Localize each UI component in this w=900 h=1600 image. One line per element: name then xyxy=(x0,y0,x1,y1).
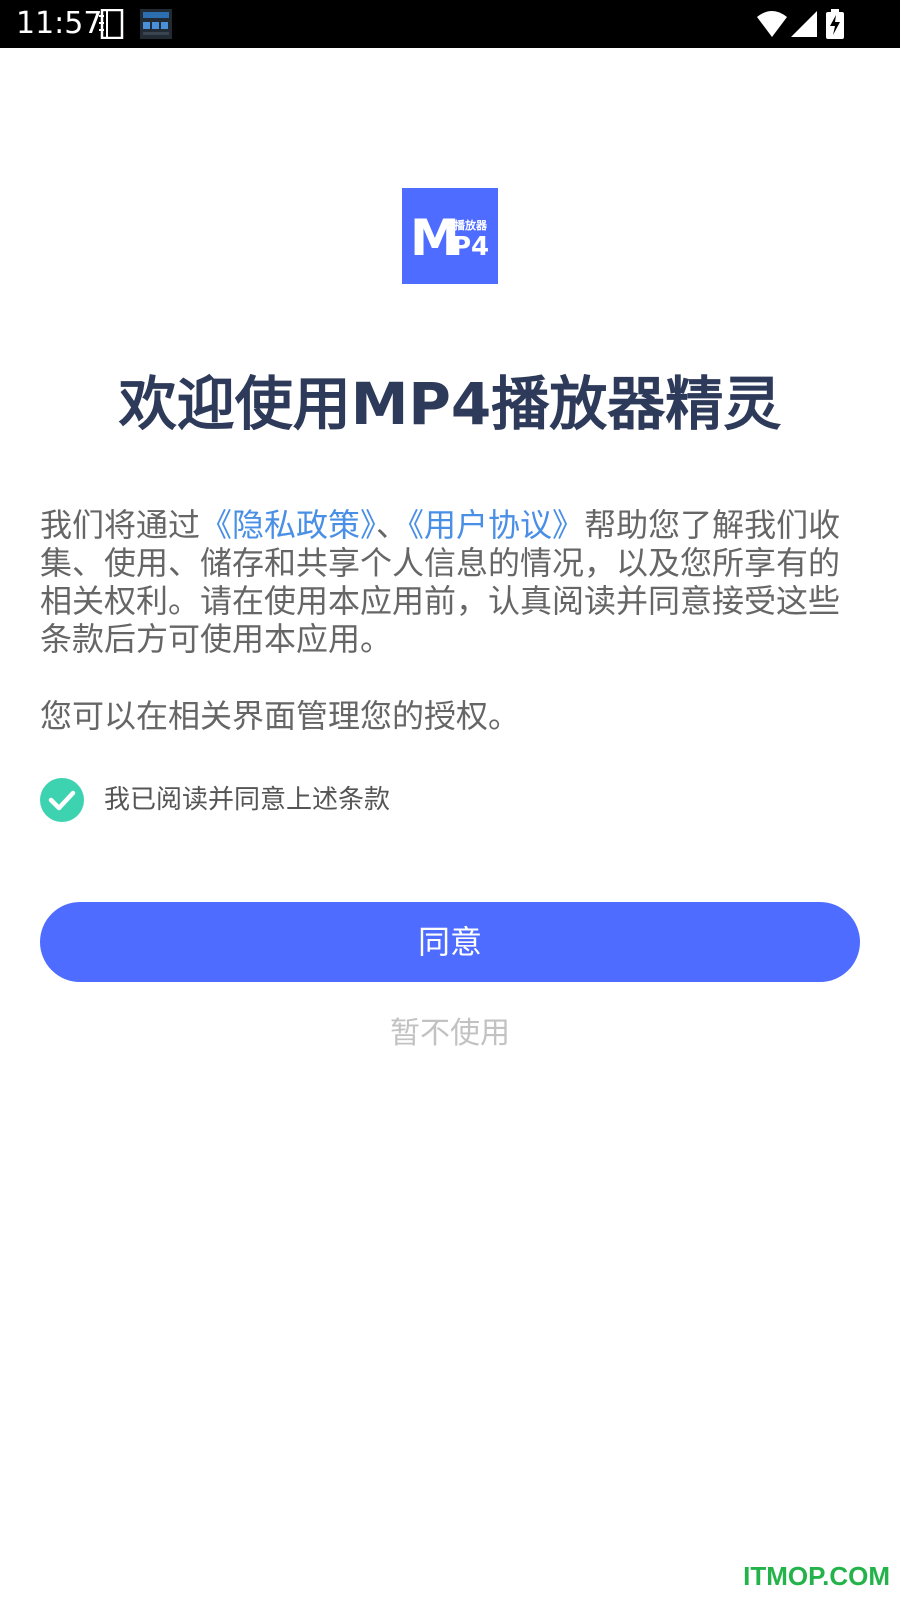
notebook-icon xyxy=(98,8,124,43)
wifi-icon xyxy=(756,9,788,43)
app-logo: M 播放器 P4 xyxy=(402,188,498,284)
site-watermark: ITMOP.COM xyxy=(743,1561,890,1591)
privacy-separator: 、 xyxy=(376,506,409,544)
user-agreement-link[interactable]: 《用户协议》 xyxy=(408,506,584,544)
status-time: 11:57 xyxy=(16,6,103,41)
signal-icon xyxy=(790,9,818,43)
clock-widget-icon xyxy=(140,9,172,43)
decline-button[interactable]: 暂不使用 xyxy=(0,1012,900,1056)
agree-button[interactable]: 同意 xyxy=(40,902,860,982)
privacy-text-before: 我们将通过 xyxy=(40,506,201,544)
page-title: 欢迎使用MP4播放器精灵 xyxy=(118,370,782,438)
check-icon xyxy=(48,790,76,811)
privacy-notice: 我们将通过《隐私政策》、《用户协议》帮助您了解我们收集、使用、储存和共享个人信息… xyxy=(40,506,860,658)
battery-charging-icon xyxy=(826,9,844,43)
status-bar: 11:57 xyxy=(0,0,900,48)
auth-note: 您可以在相关界面管理您的授权。 xyxy=(40,697,521,735)
logo-chinese-text: 播放器 xyxy=(454,219,487,232)
agree-checkbox[interactable] xyxy=(40,778,84,822)
privacy-policy-link[interactable]: 《隐私政策》 xyxy=(200,506,376,544)
agree-checkbox-label[interactable]: 我已阅读并同意上述条款 xyxy=(104,781,390,819)
logo-text-p4: P4 xyxy=(452,232,490,262)
